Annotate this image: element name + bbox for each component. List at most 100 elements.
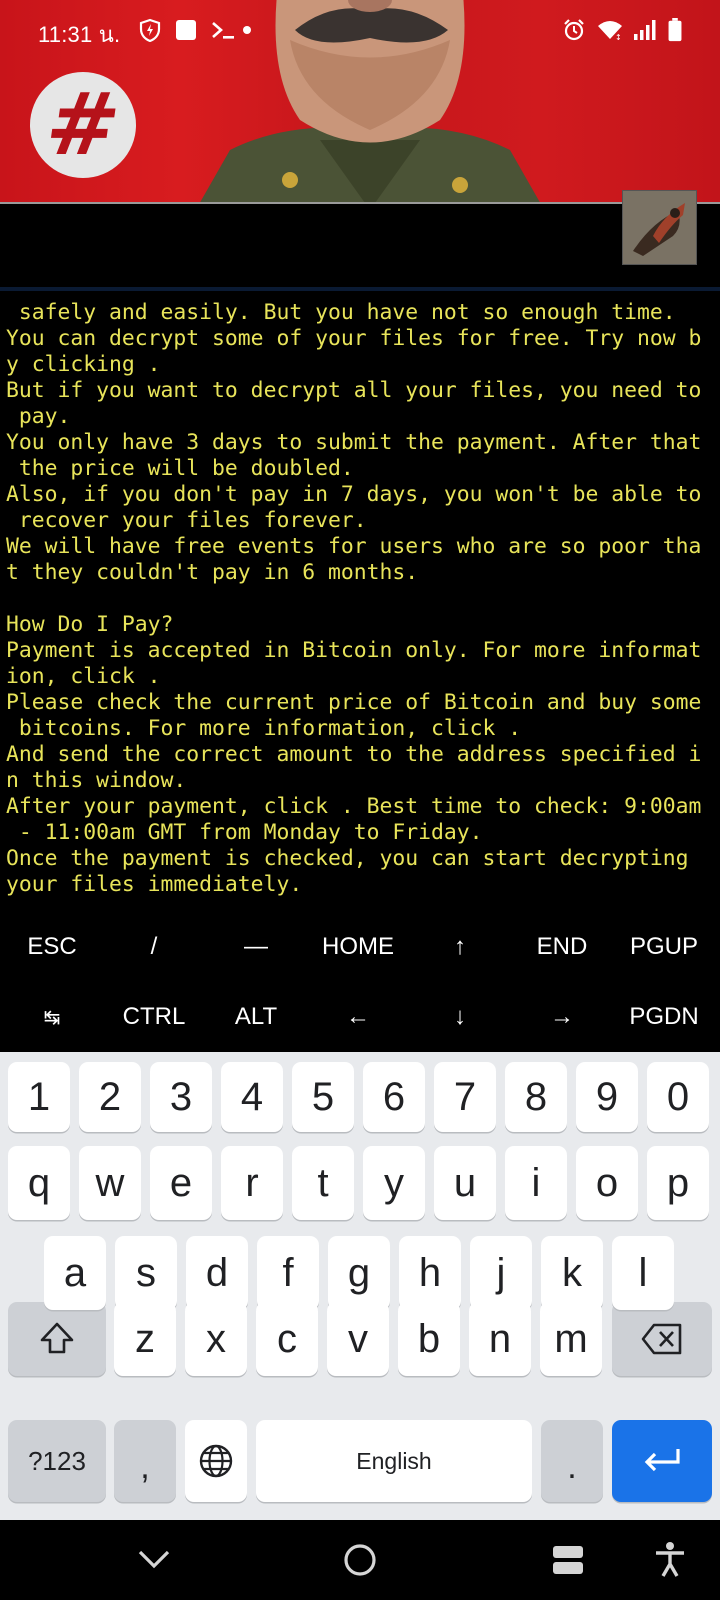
thumbnail-image[interactable] [622, 190, 697, 265]
terminal-line: the price will be doubled. [6, 456, 354, 481]
terminal-line: You can decrypt some of your files for f… [6, 326, 702, 351]
chevron-down-icon[interactable] [134, 1538, 174, 1582]
key-z[interactable]: z [114, 1302, 176, 1376]
key-7[interactable]: 7 [434, 1062, 496, 1132]
home-circle-icon[interactable] [340, 1538, 380, 1582]
status-time: 11:31 น. [38, 22, 121, 47]
key-8[interactable]: 8 [505, 1062, 567, 1132]
accessibility-icon[interactable] [650, 1538, 690, 1582]
key-2[interactable]: 2 [79, 1062, 141, 1132]
terminal-line: You only have 3 days to submit the payme… [6, 430, 702, 455]
shift-key[interactable] [8, 1302, 106, 1376]
end-key[interactable]: END [511, 912, 613, 982]
terminal-prompt-icon [212, 22, 234, 39]
slash-key[interactable]: / [103, 912, 205, 982]
key-0[interactable]: 0 [647, 1062, 709, 1132]
symbols-key[interactable]: ?123 [8, 1420, 106, 1502]
thumbnail-art [623, 191, 696, 264]
key-a[interactable]: a [44, 1236, 106, 1310]
signal-icon [634, 20, 656, 40]
arrow-up-key[interactable]: ↑ [409, 912, 511, 982]
key-f[interactable]: f [257, 1236, 319, 1310]
space-key[interactable]: English [256, 1420, 532, 1502]
key-6[interactable]: 6 [363, 1062, 425, 1132]
esc-key[interactable]: ESC [1, 912, 103, 982]
key-t[interactable]: t [292, 1146, 354, 1220]
arrow-left-key[interactable]: ← [307, 982, 409, 1052]
key-d[interactable]: d [186, 1236, 248, 1310]
terminal-line: And send the correct amount to the addre… [6, 742, 702, 767]
key-i[interactable]: i [505, 1146, 567, 1220]
key-r[interactable]: r [221, 1146, 283, 1220]
svg-text:↕: ↕ [615, 33, 622, 42]
key-1[interactable]: 1 [8, 1062, 70, 1132]
terminal-line: n this window. [6, 768, 187, 793]
terminal-output[interactable]: safely and easily. But you have not so e… [6, 300, 718, 898]
comma-key[interactable]: , [114, 1420, 176, 1502]
key-n[interactable]: n [469, 1302, 531, 1376]
terminal-line: ion, click . [6, 664, 161, 689]
period-key[interactable]: . [541, 1420, 603, 1502]
key-k[interactable]: k [541, 1236, 603, 1310]
key-q[interactable]: q [8, 1146, 70, 1220]
key-p[interactable]: p [647, 1146, 709, 1220]
shift-icon [40, 1322, 74, 1354]
backspace-key[interactable] [612, 1302, 712, 1376]
terminal-line: safely and easily. But you have not so e… [6, 300, 676, 325]
key-4[interactable]: 4 [221, 1062, 283, 1132]
terminal-line: But if you want to decrypt all your file… [6, 378, 702, 403]
key-m[interactable]: m [540, 1302, 602, 1376]
key-3[interactable]: 3 [150, 1062, 212, 1132]
language-key[interactable] [185, 1420, 247, 1502]
key-g[interactable]: g [328, 1236, 390, 1310]
soft-keyboard: ?123 , English . 1234567890 qwertyuiop asd… [0, 1052, 720, 1520]
recents-icon[interactable] [548, 1538, 588, 1582]
terminal-line: bitcoins. For more information, click . [6, 716, 522, 741]
square-icon [176, 20, 196, 40]
key-y[interactable]: y [363, 1146, 425, 1220]
pgup-key[interactable]: PGUP [613, 912, 715, 982]
terminal-line: Please check the current price of Bitcoi… [6, 690, 702, 715]
dot-icon [243, 26, 251, 34]
enter-icon [644, 1449, 680, 1472]
arrow-down-key[interactable]: ↓ [409, 982, 511, 1052]
terminal-line: y clicking . [6, 352, 161, 377]
ctrl-key[interactable]: CTRL [103, 982, 205, 1052]
terminal-extra-keys: ESC / — HOME ↑ END PGUP ↹ CTRL ALT ← ↓ → PGDN [0, 912, 720, 1052]
key-o[interactable]: o [576, 1146, 638, 1220]
terminal-line: Payment is accepted in Bitcoin only. For… [6, 638, 702, 663]
pgdn-key[interactable]: PGDN [613, 982, 715, 1052]
key-l[interactable]: l [612, 1236, 674, 1310]
dash-key[interactable]: — [205, 912, 307, 982]
key-h[interactable]: h [399, 1236, 461, 1310]
period-key-label: . [567, 1447, 577, 1486]
terminal-line: Once the payment is checked, you can sta… [6, 846, 689, 871]
enter-key[interactable] [612, 1420, 712, 1502]
terminal-line: We will have free events for users who a… [6, 534, 702, 559]
shield-icon [139, 18, 161, 42]
key-v[interactable]: v [327, 1302, 389, 1376]
key-e[interactable]: e [150, 1146, 212, 1220]
key-s[interactable]: s [115, 1236, 177, 1310]
terminal-line: Also, if you don't pay in 7 days, you wo… [6, 482, 702, 507]
alt-key[interactable]: ALT [205, 982, 307, 1052]
alarm-icon [564, 19, 584, 41]
arrow-right-key[interactable]: → [511, 982, 613, 1052]
globe-icon [199, 1444, 233, 1478]
key-5[interactable]: 5 [292, 1062, 354, 1132]
key-x[interactable]: x [185, 1302, 247, 1376]
terminal-line: t they couldn't pay in 6 months. [6, 560, 419, 585]
key-u[interactable]: u [434, 1146, 496, 1220]
key-9[interactable]: 9 [576, 1062, 638, 1132]
status-bar: 11:31 น. ↕ [0, 0, 720, 62]
key-j[interactable]: j [470, 1236, 532, 1310]
key-b[interactable]: b [398, 1302, 460, 1376]
wifi-icon: ↕ [598, 21, 622, 42]
key-c[interactable]: c [256, 1302, 318, 1376]
terminal-line: pay. [6, 404, 71, 429]
home-key[interactable]: HOME [307, 912, 409, 982]
tab-key[interactable]: ↹ [1, 982, 103, 1052]
terminal-line: - 11:00am GMT from Monday to Friday. [6, 820, 483, 845]
key-w[interactable]: w [79, 1146, 141, 1220]
